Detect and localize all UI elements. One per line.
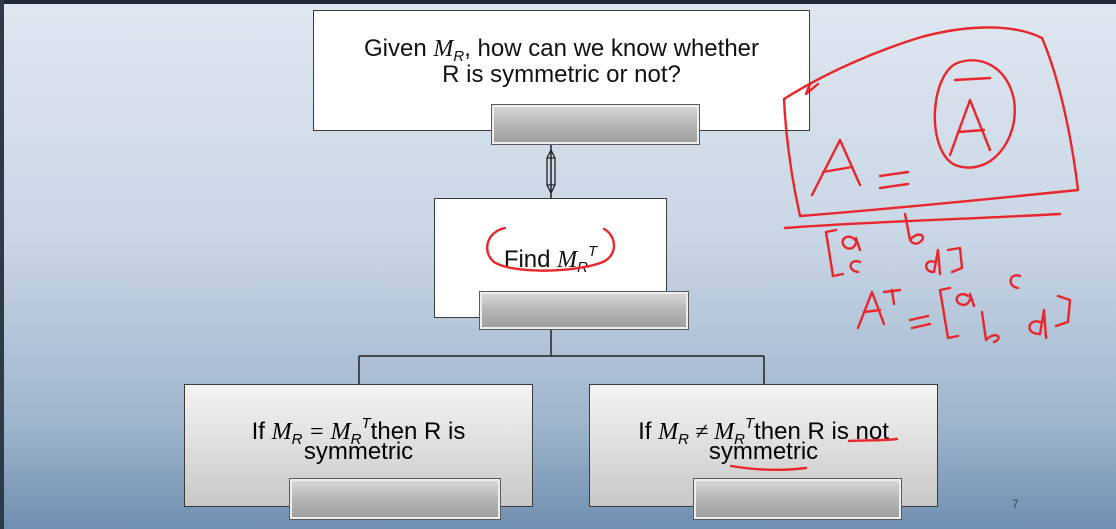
matrix-bracket-left — [824, 228, 845, 278]
matrix2-bracket-left — [938, 286, 960, 340]
equals-sign-2 — [908, 314, 932, 330]
matrix2-c — [1009, 274, 1022, 290]
matrix-bracket-right — [946, 246, 964, 274]
superscript-t — [882, 288, 902, 306]
horizontal-stroke — [783, 212, 1062, 230]
letter-a — [810, 138, 862, 197]
underline-symmetric — [729, 464, 808, 471]
matrix2-bracket-right — [1054, 294, 1072, 328]
matrix-d — [925, 248, 942, 276]
circle-around-find — [486, 226, 616, 272]
matrix2-b — [980, 310, 1000, 344]
pen-annotations — [486, 26, 1080, 471]
box-around-equation — [782, 26, 1080, 218]
underline-not — [847, 437, 899, 443]
matrix-c — [849, 260, 862, 274]
matrix2-a — [955, 292, 976, 308]
letter-a-t — [856, 290, 886, 330]
a-bar-letter — [948, 76, 992, 157]
equals-sign — [878, 170, 910, 190]
matrix-a — [841, 235, 862, 252]
matrix-b — [903, 212, 925, 245]
matrix2-d — [1028, 308, 1048, 340]
